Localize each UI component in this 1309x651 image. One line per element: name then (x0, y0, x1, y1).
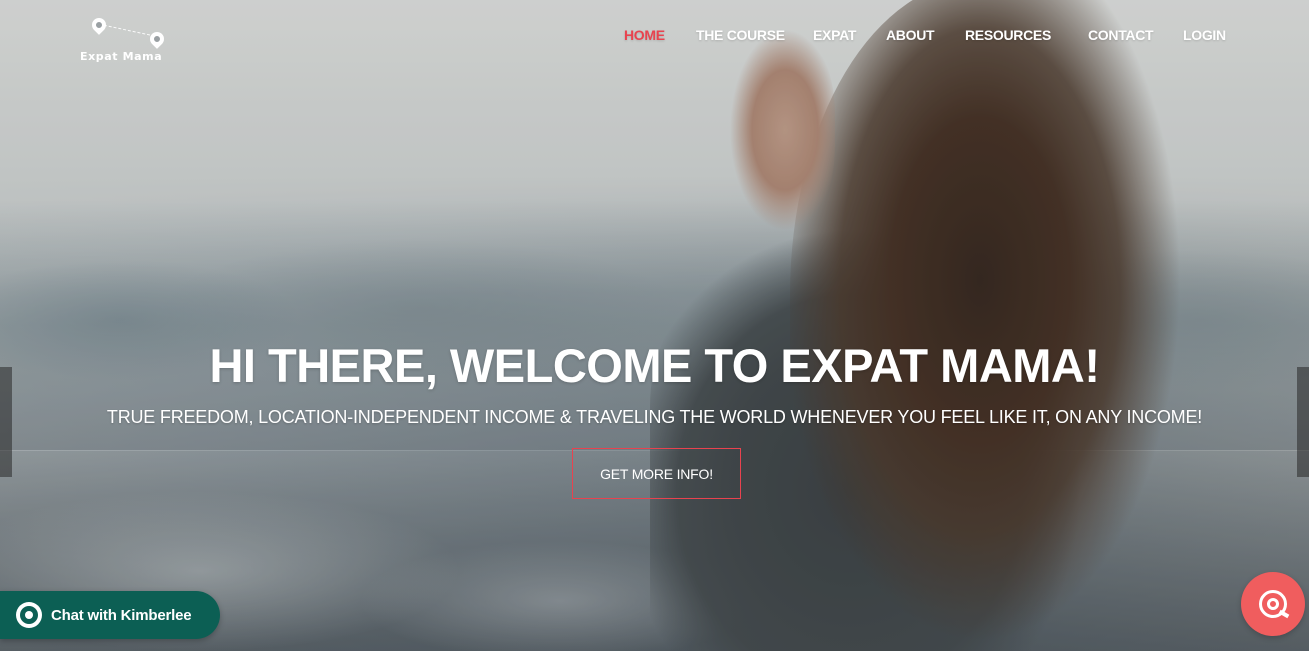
nav-item-resources[interactable]: RESOURCES (965, 27, 1051, 43)
hero-title: HI THERE, WELCOME TO EXPAT MAMA! (209, 339, 1100, 392)
logo-text: Expat Mama (80, 50, 163, 63)
nav-item-expat[interactable]: EXPAT (813, 27, 856, 43)
hero-overlay (0, 0, 1309, 651)
chat-label: Chat with Kimberlee (51, 606, 192, 624)
whatsapp-icon (16, 602, 42, 628)
nav-item-contact[interactable]: CONTACT (1088, 27, 1154, 43)
hero-background (0, 0, 1309, 651)
support-bubble-tail (1278, 609, 1290, 619)
nav-item-the-course[interactable]: THE COURSE (696, 27, 785, 43)
site-logo[interactable]: Expat Mama (80, 15, 180, 66)
nav-item-about[interactable]: ABOUT (886, 27, 935, 43)
chat-with-kimberlee-button[interactable]: Chat with Kimberlee (0, 591, 220, 639)
slider-prev-button[interactable] (0, 367, 12, 477)
slider-next-button[interactable] (1297, 367, 1309, 477)
nav-item-login[interactable]: LOGIN (1183, 27, 1226, 43)
hero-subtitle: TRUE FREEDOM, LOCATION-INDEPENDENT INCOM… (106, 407, 1203, 427)
chevron-right-icon (1297, 415, 1303, 425)
get-more-info-button[interactable]: GET MORE INFO! (572, 448, 741, 499)
nav-item-home[interactable]: HOME (624, 27, 665, 43)
support-chat-button[interactable] (1241, 572, 1305, 636)
route-line (101, 24, 155, 50)
chevron-left-icon (0, 415, 6, 425)
